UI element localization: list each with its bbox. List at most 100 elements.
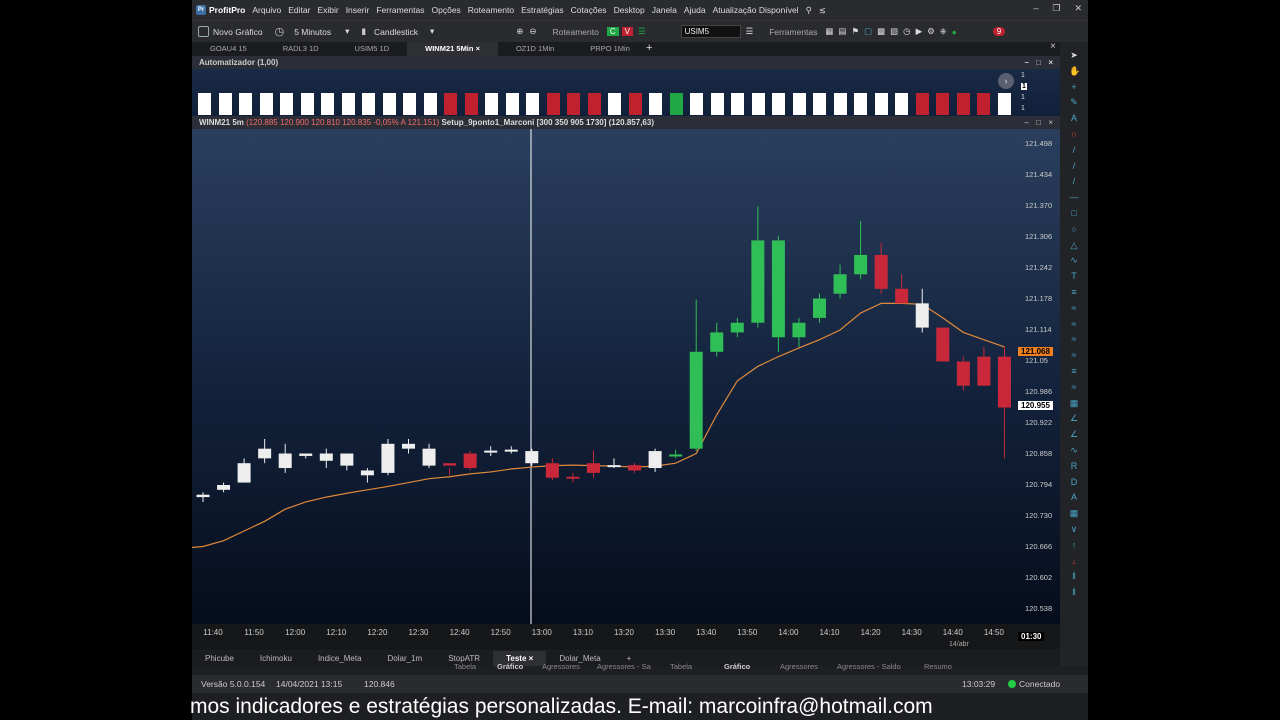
calculator-icon[interactable]: ▧ <box>890 26 898 37</box>
list-icon[interactable]: ☰ <box>638 26 646 37</box>
crosshair-icon[interactable]: + <box>1069 82 1079 92</box>
buy-arrow-icon[interactable]: ↑ <box>1069 540 1079 550</box>
book-icon[interactable]: ▢ <box>864 26 872 37</box>
share-icon[interactable]: ≲ <box>819 5 826 16</box>
menu-bar: Pr ProfitPro Arquivo Editar Exibir Inseri… <box>192 0 1088 20</box>
restore-icon[interactable]: ❐ <box>1052 3 1060 14</box>
interval-select[interactable]: ◷ 5 Minutos ▾ <box>269 25 356 38</box>
trend-line-icon[interactable]: / <box>1069 176 1079 186</box>
cart-icon[interactable]: ⎈ <box>940 26 947 37</box>
text-tool-icon[interactable]: T <box>1069 271 1079 281</box>
zoom-in-icon[interactable]: ⊕ <box>510 26 529 37</box>
panel-minimize-icon[interactable]: – <box>1025 56 1029 69</box>
tab-radl3-1d[interactable]: RADL3 1D <box>265 42 337 56</box>
fan-icon[interactable]: ∠ <box>1069 429 1079 439</box>
menu-editar[interactable]: Editar <box>288 5 310 15</box>
menu-desktop[interactable]: Desktop <box>614 5 645 15</box>
ellipse-icon[interactable]: ○ <box>1069 224 1079 234</box>
levels-icon[interactable]: ≡ <box>1069 366 1079 376</box>
close-tab-icon[interactable]: × <box>473 44 480 53</box>
fibonacci-icon[interactable]: ≈ <box>1069 303 1079 313</box>
triangle-icon[interactable]: △ <box>1069 240 1079 250</box>
menu-cotacoes[interactable]: Cotações <box>571 5 607 15</box>
background-tab: Tabela <box>670 662 693 671</box>
menu-roteamento[interactable]: Roteamento <box>468 5 514 15</box>
price-marker-label: 121.068 <box>1018 346 1053 356</box>
sell-button[interactable]: V <box>621 27 633 36</box>
symbol-list-icon[interactable]: ☰ <box>746 26 754 37</box>
elliott-icon[interactable]: R <box>1069 461 1079 471</box>
table-icon[interactable]: ▦ <box>825 26 833 37</box>
pencil-icon[interactable]: ✎ <box>1069 97 1079 107</box>
menu-ferramentas[interactable]: Ferramentas <box>376 5 424 15</box>
buy-button[interactable]: C <box>606 27 619 36</box>
menu-arquivo[interactable]: Arquivo <box>252 5 281 15</box>
tab-oz1d-1min[interactable]: OZ1D 1Min <box>498 42 572 56</box>
price-chart[interactable]: 121.498 121.434 121.370 121.306 121.242 121.1… <box>192 129 1060 624</box>
close-icon[interactable]: ✕ <box>1074 3 1082 14</box>
chart-canvas[interactable] <box>192 129 1060 624</box>
menu-janela[interactable]: Janela <box>652 5 677 15</box>
menu-opcoes[interactable]: Opções <box>432 5 461 15</box>
volume-profile-icon[interactable]: ‖ <box>1069 571 1079 581</box>
tab-goau4-15[interactable]: GOAU4 15 <box>192 42 265 56</box>
wave-icon[interactable]: ∿ <box>1069 445 1079 455</box>
close-tabs-icon[interactable]: × <box>1050 41 1056 52</box>
pattern-icon[interactable]: A <box>1069 492 1079 502</box>
horizontal-line-icon[interactable]: — <box>1069 192 1079 202</box>
notification-badge[interactable]: 9 <box>992 27 1006 36</box>
panel-maximize-icon[interactable]: □ <box>1036 56 1041 69</box>
chart-type-select[interactable]: ▮ Candlestick ▾ <box>355 26 440 37</box>
measure-icon[interactable]: ▦ <box>1069 398 1079 408</box>
menu-inserir[interactable]: Inserir <box>346 5 370 15</box>
minimize-icon[interactable]: – <box>1033 3 1038 14</box>
scroll-right-button[interactable]: › <box>998 73 1014 89</box>
candle-body <box>319 453 333 461</box>
settings-icon[interactable]: ⚙ <box>927 26 935 37</box>
search-icon[interactable]: ⚲ <box>806 5 812 16</box>
zoom-out-icon[interactable]: ⊖ <box>529 26 536 37</box>
grid-icon[interactable]: ▤ <box>838 26 846 37</box>
play-icon[interactable]: ▶ <box>916 26 923 37</box>
channel-icon[interactable]: ≈ <box>1069 319 1079 329</box>
brush-icon[interactable]: ∿ <box>1069 255 1079 265</box>
hand-icon[interactable]: ✋ <box>1069 66 1080 76</box>
menu-atualizacao[interactable]: Atualização Disponível <box>713 5 799 15</box>
chart-maximize-icon[interactable]: □ <box>1036 116 1041 129</box>
text-icon[interactable]: A <box>1069 113 1079 123</box>
bars-icon[interactable]: ‖ <box>1069 587 1079 597</box>
menu-ajuda[interactable]: Ajuda <box>684 5 706 15</box>
new-chart-button[interactable]: Novo Gráfico <box>192 26 269 37</box>
ray-icon[interactable]: / <box>1069 161 1079 171</box>
calendar-icon[interactable]: ▩ <box>877 26 885 37</box>
flag-icon[interactable]: ⚑ <box>851 26 859 37</box>
menu-estrategias[interactable]: Estratégias <box>521 5 564 15</box>
close-tab-icon[interactable]: × <box>526 654 534 663</box>
rectangle-icon[interactable]: □ <box>1069 208 1079 218</box>
arrows-icon[interactable]: ≈ <box>1069 382 1079 392</box>
chart-minimize-icon[interactable]: – <box>1025 116 1029 129</box>
gann-icon[interactable]: ≈ <box>1069 334 1079 344</box>
panel-close-icon[interactable]: × <box>1048 56 1053 69</box>
candle-body <box>463 453 477 469</box>
add-tab-icon[interactable]: + <box>646 42 652 54</box>
globe-icon[interactable]: ● <box>952 27 957 37</box>
chart-close-icon[interactable]: × <box>1048 116 1053 129</box>
time-tick-label: 11:50 <box>244 628 264 637</box>
tab-winm21-5min[interactable]: WINM21 5Min × <box>407 42 498 56</box>
zigzag-icon[interactable]: ∨ <box>1069 524 1079 534</box>
path-icon[interactable]: D <box>1069 477 1079 487</box>
menu-exibir[interactable]: Exibir <box>317 5 338 15</box>
angle-icon[interactable]: ∠ <box>1069 413 1079 423</box>
magnet-icon[interactable]: ∩ <box>1069 129 1079 139</box>
tab-usim5-1d[interactable]: USIM5 1D <box>337 42 408 56</box>
line-icon[interactable]: / <box>1069 145 1079 155</box>
alarm-icon[interactable]: ◷ <box>903 26 910 37</box>
sell-arrow-icon[interactable]: ↓ <box>1069 556 1079 566</box>
symbol-input[interactable] <box>680 25 741 38</box>
lines-icon[interactable]: ≡ <box>1069 287 1079 297</box>
tab-prpo-1min[interactable]: PRPO 1Min <box>572 42 648 56</box>
cursor-icon[interactable]: ➤ <box>1069 50 1079 60</box>
range-icon[interactable]: ▦ <box>1069 508 1079 518</box>
pitchfork-icon[interactable]: ≈ <box>1069 350 1079 360</box>
